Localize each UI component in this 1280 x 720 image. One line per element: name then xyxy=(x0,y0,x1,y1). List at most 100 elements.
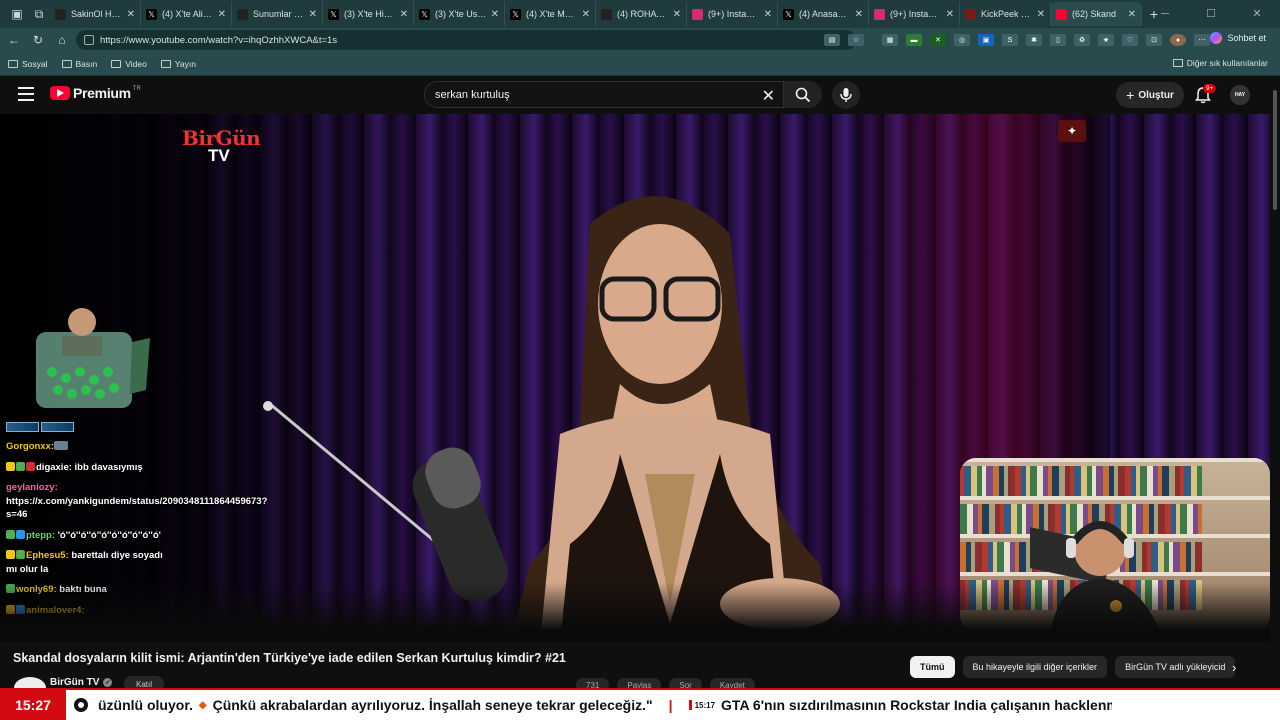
chat-message: geylaniozy: https://x.com/yankigundem/st… xyxy=(6,481,267,522)
account-avatar[interactable]: HAY xyxy=(1230,85,1250,105)
extensions-puzzle-icon[interactable]: ✱ xyxy=(1026,34,1042,46)
close-tab-icon[interactable]: ✕ xyxy=(946,9,954,20)
chevron-right-icon[interactable]: › xyxy=(1232,660,1236,675)
more-menu-icon[interactable]: ⋯ xyxy=(1194,34,1210,46)
channel-name[interactable]: BirGün TV xyxy=(50,677,99,688)
refresh-button[interactable]: ↻ xyxy=(26,33,50,47)
close-tab-icon[interactable]: ✕ xyxy=(1037,9,1045,20)
filter-chip[interactable]: Bu hikayeyle ilgili diğer içerikler xyxy=(962,656,1108,678)
browser-tab[interactable]: 𝕏 (3) X'te Hisse P ✕ xyxy=(323,2,414,26)
extension-icon[interactable]: ♡ xyxy=(1122,34,1138,46)
copilot-button[interactable]: Sohbet et xyxy=(1210,32,1266,44)
close-tab-icon[interactable]: ✕ xyxy=(491,9,499,20)
ticker-timestamp-text: 15:17 xyxy=(694,700,716,710)
tab-label: (4) X'te MODA xyxy=(526,9,578,19)
close-tab-icon[interactable]: ✕ xyxy=(400,9,408,20)
close-window-button[interactable]: ✕ xyxy=(1234,0,1280,28)
voice-search-button[interactable] xyxy=(832,81,860,109)
close-tab-icon[interactable]: ✕ xyxy=(582,9,590,20)
browser-tab[interactable]: Sunumlar - Sak ✕ xyxy=(232,2,323,26)
close-tab-icon[interactable]: ✕ xyxy=(855,9,863,20)
browser-tab[interactable]: 𝕏 (4) X'te MODA ✕ xyxy=(505,2,596,26)
favorites-icon[interactable]: ★ xyxy=(1098,34,1114,46)
bookmark-folder[interactable]: Video xyxy=(111,59,147,69)
clear-search-icon[interactable]: ✕ xyxy=(762,86,775,106)
workspaces-icon[interactable]: ▣ xyxy=(6,3,28,25)
site-info-icon[interactable] xyxy=(84,35,94,45)
bookmark-label: Sosyal xyxy=(22,58,48,69)
browser-tab[interactable]: (62) Skand ✕ xyxy=(1051,2,1142,26)
filter-chip[interactable]: BirGün TV adlı yükleyicid xyxy=(1115,656,1236,678)
chat-badge-icon xyxy=(16,550,25,559)
bookmark-folder[interactable]: Yayın xyxy=(160,58,196,69)
ticker-clock: 15:27 xyxy=(0,690,66,720)
book-spine xyxy=(1052,466,1059,496)
home-button[interactable]: ⌂ xyxy=(50,33,74,47)
book-spine xyxy=(1118,466,1125,496)
browser-tab[interactable]: SakinOl Haber ✕ xyxy=(50,2,141,26)
browser-tab[interactable]: (4) ROHATDEM ✕ xyxy=(596,2,687,26)
minimize-button[interactable]: ─ xyxy=(1142,0,1188,28)
extension-icon[interactable]: ✕ xyxy=(930,34,946,46)
book-spine xyxy=(1140,466,1147,496)
extension-icon[interactable]: ♻ xyxy=(1074,34,1090,46)
close-tab-icon[interactable]: ✕ xyxy=(764,9,772,20)
chat-badge-icon xyxy=(6,529,15,539)
book-spine xyxy=(1008,466,1015,496)
extension-icon[interactable]: ▣ xyxy=(978,34,994,46)
bookmark-folder[interactable]: Basın xyxy=(61,59,97,69)
browser-tab[interactable]: (9+) Instagram ✕ xyxy=(869,2,960,26)
browser-tab[interactable]: KickPeek - Rea ✕ xyxy=(960,2,1051,26)
split-screen-icon[interactable]: ▯ xyxy=(1050,34,1066,46)
browser-tab[interactable]: (9+) Instagram ✕ xyxy=(687,2,778,26)
close-tab-icon[interactable]: ✕ xyxy=(309,9,317,20)
back-button[interactable]: ← xyxy=(2,33,26,47)
favorite-star-icon[interactable]: ☆ xyxy=(848,34,864,46)
tab-label: (3) X'te Hisse P xyxy=(344,9,396,19)
tab-actions-icon[interactable]: ⧉ xyxy=(28,3,50,25)
chat-message: Ephesu5: barettalı diye soyadı mı olur l… xyxy=(6,549,176,576)
maximize-button[interactable]: ☐ xyxy=(1188,0,1234,28)
extension-icon[interactable]: ▦ xyxy=(882,34,898,46)
logo-text: Premium xyxy=(73,85,131,101)
create-button[interactable]: + Oluştur xyxy=(1116,82,1184,108)
browser-tab[interactable]: 𝕏 (4) Anasayfa / ✕ xyxy=(778,2,869,26)
browser-tab[interactable]: 𝕏 (4) X'te Ali Der ✕ xyxy=(141,2,232,26)
folder-icon xyxy=(8,59,18,68)
video-title: Skandal dosyaların kilit ismi: Arjantin'… xyxy=(13,651,566,665)
youtube-logo[interactable]: Premium TR xyxy=(50,85,141,101)
extension-icon[interactable]: ◎ xyxy=(954,34,970,46)
ticker-bullet-icon: ◆ xyxy=(198,699,207,711)
book-spine xyxy=(1195,542,1202,572)
extension-icon[interactable]: ▬ xyxy=(906,34,922,46)
chat-badge-icon xyxy=(6,461,15,471)
notification-badge: 9+ xyxy=(1203,84,1217,93)
reader-view-icon[interactable]: ▤ xyxy=(824,34,840,46)
page-scrollbar[interactable] xyxy=(1270,76,1280,688)
close-tab-icon[interactable]: ✕ xyxy=(673,9,681,20)
close-tab-icon[interactable]: ✕ xyxy=(127,9,135,20)
url-field[interactable]: https://www.youtube.com/watch?v=ihqOzhhX… xyxy=(76,30,856,50)
window-controls: ─ ☐ ✕ xyxy=(1142,0,1280,28)
close-tab-icon[interactable]: ✕ xyxy=(218,9,226,20)
url-text: https://www.youtube.com/watch?v=ihqOzhhX… xyxy=(100,34,338,46)
screenshot-icon[interactable]: ⊡ xyxy=(1146,34,1162,46)
profile-icon[interactable]: ● xyxy=(1170,34,1186,46)
extension-icon[interactable]: S xyxy=(1002,34,1018,46)
verified-check-icon: ✓ xyxy=(103,677,113,687)
other-favorites[interactable]: Diğer sık kullanılanlar xyxy=(1172,58,1268,68)
video-player[interactable]: BirGün TV ✦ Gorgonxx: digaxie: ibb davası… xyxy=(0,114,1270,642)
bookmark-label: Yayın xyxy=(174,58,196,69)
folder-icon xyxy=(160,59,171,68)
microphone-icon xyxy=(840,88,852,102)
filter-chip[interactable]: Tümü xyxy=(910,656,955,678)
tab-label: (4) ROHATDEM xyxy=(617,9,669,19)
menu-icon[interactable] xyxy=(18,87,34,101)
search-button[interactable] xyxy=(784,81,822,108)
copilot-label: Sohbet et xyxy=(1227,33,1266,43)
search-input[interactable]: serkan kurtuluş ✕ xyxy=(424,81,784,108)
browser-tab[interactable]: 𝕏 (3) X'te Ussal S ✕ xyxy=(414,2,505,26)
bookmark-folder[interactable]: Sosyal xyxy=(8,59,48,69)
book-spine xyxy=(997,542,1004,572)
close-tab-icon[interactable]: ✕ xyxy=(1128,9,1136,20)
